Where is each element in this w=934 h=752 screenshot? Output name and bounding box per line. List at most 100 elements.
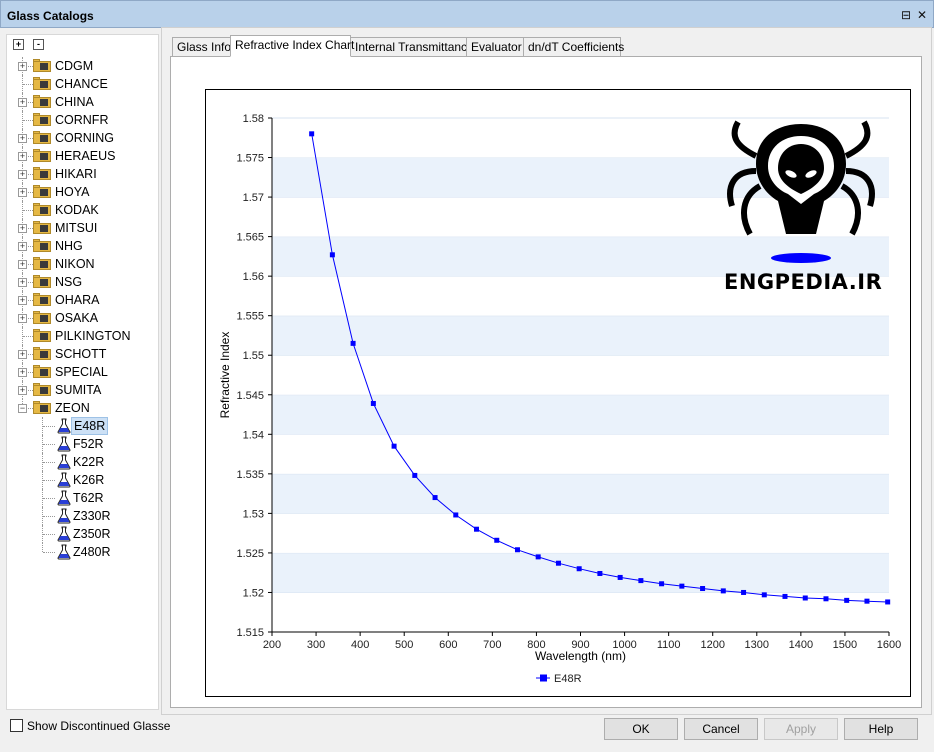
tree-node-label: CORNING — [55, 131, 115, 145]
expand-icon[interactable]: + — [18, 296, 27, 305]
data-point — [741, 589, 747, 595]
data-point — [494, 537, 500, 543]
collapse-icon[interactable]: − — [18, 404, 27, 413]
tree-node-label: OHARA — [55, 293, 100, 307]
tree-node-label: CDGM — [55, 59, 94, 73]
tree-leaf-t62r[interactable]: T62R — [7, 489, 158, 507]
tree-leaf-e48r[interactable]: E48R — [7, 417, 158, 435]
tree-node-mitsui[interactable]: + MITSUI — [7, 219, 158, 237]
tree-node-heraeus[interactable]: + HERAEUS — [7, 147, 158, 165]
tree-leaf-z350r[interactable]: Z350R — [7, 525, 158, 543]
x-tick-label: 500 — [395, 639, 413, 651]
tree-leaf-label: Z330R — [73, 509, 111, 523]
help-button[interactable]: Help — [844, 718, 918, 740]
tree-leaf-k26r[interactable]: K26R — [7, 471, 158, 489]
tree-node-schott[interactable]: + SCHOTT — [7, 345, 158, 363]
tree-node-cdgm[interactable]: + CDGM — [7, 57, 158, 75]
catalog-folder-icon — [33, 203, 53, 217]
expand-icon[interactable]: + — [18, 368, 27, 377]
tree-leaf-f52r[interactable]: F52R — [7, 435, 158, 453]
expand-icon[interactable]: + — [18, 224, 27, 233]
glass-flask-icon — [57, 508, 71, 524]
x-tick-label: 1600 — [877, 639, 901, 651]
data-point — [761, 592, 767, 598]
tree-node-hikari[interactable]: + HIKARI — [7, 165, 158, 183]
x-tick-label: 1200 — [700, 639, 724, 651]
expand-icon[interactable]: + — [18, 98, 27, 107]
tree-node-label: NHG — [55, 239, 83, 253]
tree-node-china[interactable]: + CHINA — [7, 93, 158, 111]
tree-node-corning[interactable]: + CORNING — [7, 129, 158, 147]
expand-icon[interactable]: + — [18, 62, 27, 71]
expand-icon[interactable]: + — [18, 152, 27, 161]
expand-all-button[interactable]: + — [13, 39, 24, 50]
expand-icon[interactable]: + — [18, 350, 27, 359]
catalog-tree[interactable]: + CDGM CHANCE + CHINA CORNFR + CORNING + HERAEUS +… — [7, 57, 158, 561]
tab-internal-transmittance[interactable]: Internal Transmittance — [350, 37, 474, 57]
catalog-folder-icon — [33, 347, 53, 361]
refractive-index-chart: 1.515 1.52 1.525 1.53 1.535 1.54 1.545 1.55 1.55… — [205, 89, 911, 697]
tab-refractive-index-chart[interactable]: Refractive Index Chart — [230, 35, 354, 57]
catalog-folder-icon — [33, 329, 53, 343]
grid-band — [272, 473, 889, 514]
tree-node-nsg[interactable]: + NSG — [7, 273, 158, 291]
catalog-folder-icon — [33, 149, 53, 163]
tree-node-pilkington[interactable]: PILKINGTON — [7, 327, 158, 345]
catalog-folder-icon — [33, 257, 53, 271]
expand-icon[interactable]: + — [18, 242, 27, 251]
expand-icon[interactable]: + — [18, 386, 27, 395]
y-tick-label: 1.52 — [243, 587, 264, 599]
tree-node-label: SUMITA — [55, 383, 102, 397]
tree-node-zeon[interactable]: − ZEON — [7, 399, 158, 417]
tree-node-special[interactable]: + SPECIAL — [7, 363, 158, 381]
y-tick-label: 1.545 — [236, 390, 264, 402]
data-point — [700, 586, 706, 592]
tree-node-sumita[interactable]: + SUMITA — [7, 381, 158, 399]
tree-node-ohara[interactable]: + OHARA — [7, 291, 158, 309]
glass-flask-icon — [57, 490, 71, 506]
tree-node-chance[interactable]: CHANCE — [7, 75, 158, 93]
catalog-folder-icon — [33, 131, 53, 145]
ok-button[interactable]: OK — [604, 718, 678, 740]
tree-node-label: CORNFR — [55, 113, 109, 127]
catalog-folder-icon — [33, 311, 53, 325]
expand-icon[interactable]: + — [18, 278, 27, 287]
checkbox-box[interactable] — [10, 719, 23, 732]
tree-leaf-z480r[interactable]: Z480R — [7, 543, 158, 561]
cancel-button[interactable]: Cancel — [684, 718, 758, 740]
grid-band — [272, 315, 889, 356]
tree-node-kodak[interactable]: KODAK — [7, 201, 158, 219]
y-tick-label: 1.535 — [236, 469, 264, 481]
tree-node-label: CHANCE — [55, 77, 108, 91]
data-point — [453, 512, 459, 518]
tree-node-cornfr[interactable]: CORNFR — [7, 111, 158, 129]
expand-icon[interactable]: + — [18, 314, 27, 323]
expand-icon[interactable]: + — [18, 134, 27, 143]
tab-evaluator[interactable]: Evaluator — [466, 37, 524, 57]
tab-glass-info[interactable]: Glass Info — [172, 37, 231, 57]
window-titlebar: Glass Catalogs ⊟ ✕ — [0, 0, 934, 28]
tab-dndt-coefficients[interactable]: dn/dT Coefficients — [523, 37, 624, 57]
tree-node-hoya[interactable]: + HOYA — [7, 183, 158, 201]
x-axis-label: Wavelength (nm) — [535, 649, 626, 663]
tree-node-label: OSAKA — [55, 311, 99, 325]
glass-flask-icon — [57, 436, 71, 452]
catalog-folder-icon — [33, 293, 53, 307]
data-point — [391, 443, 397, 449]
catalog-folder-icon — [33, 221, 53, 235]
data-point — [844, 597, 850, 603]
expand-icon[interactable]: + — [18, 260, 27, 269]
expand-icon[interactable]: + — [18, 188, 27, 197]
pin-icon[interactable]: ⊟ — [899, 8, 913, 22]
expand-icon[interactable]: + — [18, 170, 27, 179]
close-icon[interactable]: ✕ — [915, 8, 929, 22]
tree-node-nhg[interactable]: + NHG — [7, 237, 158, 255]
apply-button[interactable]: Apply — [764, 718, 838, 740]
tree-leaf-z330r[interactable]: Z330R — [7, 507, 158, 525]
collapse-all-button[interactable]: - — [33, 39, 44, 50]
tree-node-osaka[interactable]: + OSAKA — [7, 309, 158, 327]
tree-leaf-k22r[interactable]: K22R — [7, 453, 158, 471]
tree-node-nikon[interactable]: + NIKON — [7, 255, 158, 273]
tree-leaf-label: K26R — [73, 473, 105, 487]
data-point — [412, 472, 418, 478]
